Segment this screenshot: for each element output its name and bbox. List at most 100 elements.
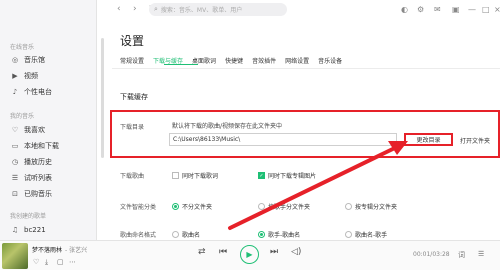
radio-icon	[172, 231, 179, 238]
left-arrow-icon[interactable]: ‹	[117, 4, 121, 14]
sidebar-item-label: 播放历史	[24, 158, 52, 166]
sidebar-item-favorites[interactable]: ♡ 我喜欢	[10, 124, 45, 136]
maximize-icon[interactable]: □	[482, 5, 490, 14]
radio-icon: ♪	[12, 88, 18, 96]
sidebar	[0, 0, 97, 240]
more-icon[interactable]: ⋯	[69, 258, 76, 266]
mini-mode-icon[interactable]: ▣	[452, 5, 460, 14]
option-label: 按专辑分文件夹	[355, 204, 398, 211]
option-label: 歌手-歌曲名	[268, 232, 301, 239]
now-playing: 梦不落雨林 - 张艺兴	[32, 245, 87, 254]
search-placeholder: 搜索：音乐、MV、歌单、用户	[160, 7, 243, 14]
history-icon: ◷	[11, 158, 19, 166]
next-icon[interactable]: ⏭	[270, 247, 278, 257]
radio-icon	[345, 203, 352, 210]
lyrics-icon[interactable]: 词	[458, 250, 465, 260]
sidebar-item-local-download[interactable]: ▭ 本地和下载	[10, 140, 59, 152]
sidebar-item-label: 音乐馆	[24, 56, 45, 64]
volume-icon[interactable]: ◁)	[291, 247, 301, 257]
tab-network[interactable]: 网络设置	[285, 56, 309, 65]
tab-general[interactable]: 常规设置	[120, 56, 144, 65]
download-song-label: 下载歌曲	[120, 173, 145, 180]
sidebar-group-mine: 我的音乐	[10, 113, 35, 120]
radio-icon	[258, 203, 265, 210]
sidebar-item-label: bc221	[24, 226, 46, 234]
sidebar-item-history[interactable]: ◷ 播放历史	[10, 156, 52, 168]
skin-icon[interactable]: ◐	[401, 5, 408, 14]
naming-radio-artist-song[interactable]: 歌手-歌曲名	[258, 230, 300, 239]
sidebar-scrollbar[interactable]	[101, 38, 104, 158]
sidebar-item-label: 试听列表	[24, 174, 52, 182]
sidebar-item-purchased[interactable]: ⊡ 已购音乐	[10, 188, 52, 200]
player-bar: 梦不落雨林 - 张艺兴 ♡ ⤓ ▢ ⋯ ⇄ ⏮ ▶ ⏭ ◁) 00:01/03:2…	[0, 240, 500, 270]
heart-icon[interactable]: ♡	[33, 258, 39, 266]
search-input[interactable]: ⌕ 搜索：音乐、MV、歌单、用户	[149, 3, 287, 16]
classify-radio-artist[interactable]: 按歌手分文件夹	[258, 202, 310, 211]
download-lyrics-checkbox[interactable]: 同时下载歌词	[172, 171, 218, 180]
previous-icon[interactable]: ⏮	[219, 247, 227, 257]
album-cover[interactable]	[2, 243, 28, 269]
sidebar-item-trial-list[interactable]: ☰ 试听列表	[10, 172, 52, 184]
classify-radio-album[interactable]: 按专辑分文件夹	[345, 202, 397, 211]
bag-icon: ⊡	[12, 190, 18, 198]
download-dir-description: 默认将下载的歌曲/视频保存在此文件夹中	[172, 123, 283, 130]
computer-icon: ▭	[11, 142, 19, 150]
option-label: 按歌手分文件夹	[268, 204, 311, 211]
sidebar-item-label: 本地和下载	[24, 142, 59, 150]
sidebar-group-online: 在线音乐	[10, 44, 35, 51]
classify-label: 文件智能分类	[120, 204, 157, 211]
radio-icon	[345, 231, 352, 238]
naming-radio-song-artist[interactable]: 歌曲名-歌手	[345, 230, 387, 239]
sidebar-item-label: 已购音乐	[24, 190, 52, 198]
playlist-icon[interactable]: ☰	[478, 250, 484, 258]
download-album-art-checkbox[interactable]: ✓ 同时下载专辑图片	[258, 171, 316, 180]
option-label: 歌曲名-歌手	[355, 232, 388, 239]
check-icon: ✓	[258, 172, 265, 179]
play-mode-icon[interactable]: ⇄	[198, 247, 206, 257]
tab-shortcuts[interactable]: 快捷键	[225, 56, 243, 65]
comment-icon[interactable]: ▢	[57, 258, 64, 266]
download-path-field: C:\Users\86133\Music\	[169, 133, 397, 146]
download-dir-label: 下载目录	[120, 124, 145, 131]
gear-icon[interactable]: ⚙	[417, 5, 424, 14]
top-bar: ‹ › ↻ ⌕ 搜索：音乐、MV、歌单、用户 ◐ ⚙ ✉ ▣ — □ ×	[97, 0, 500, 22]
option-label: 歌曲名	[182, 232, 201, 239]
page-title: 设置	[120, 34, 145, 48]
option-label: 同时下载歌词	[182, 173, 219, 180]
sidebar-item-video[interactable]: ▶ 视频	[10, 70, 38, 82]
sidebar-item-label: 视频	[24, 72, 38, 80]
song-title: 梦不落雨林	[32, 247, 63, 254]
search-icon: ⌕	[154, 5, 158, 13]
tab-audio-device[interactable]: 音乐设备	[318, 56, 342, 65]
sidebar-item-music-hall[interactable]: ◎ 音乐馆	[10, 54, 45, 66]
play-button[interactable]: ▶	[240, 245, 259, 264]
playback-time: 00:01/03:28	[413, 251, 450, 258]
sidebar-group-created: 我创建的歌单	[10, 213, 47, 220]
section-title: 下载缓存	[120, 93, 148, 101]
sidebar-item-label: 我喜欢	[24, 126, 45, 134]
heart-icon: ♡	[11, 126, 19, 134]
play-icon: ▶	[246, 250, 253, 259]
download-icon[interactable]: ⤓	[45, 258, 48, 267]
classify-radio-none[interactable]: 不分文件夹	[172, 202, 212, 211]
radio-icon	[258, 231, 265, 238]
sidebar-item-radio[interactable]: ♪ 个性电台	[10, 86, 52, 98]
minimize-icon[interactable]: —	[468, 5, 476, 14]
open-folder-button[interactable]: 打开文件夹	[460, 136, 490, 145]
option-label: 同时下载专辑图片	[268, 173, 317, 180]
right-arrow-icon[interactable]: ›	[133, 4, 137, 14]
music-note-icon: ♫	[11, 226, 19, 234]
radio-icon	[172, 203, 179, 210]
change-directory-button[interactable]: 更改目录	[404, 133, 453, 146]
sidebar-item-playlist-bc221[interactable]: ♫ bc221	[10, 224, 46, 236]
download-path-value: C:\Users\86133\Music\	[173, 136, 241, 143]
naming-radio-song[interactable]: 歌曲名	[172, 230, 200, 239]
naming-label: 歌曲命名格式	[120, 232, 157, 239]
song-artist: - 张艺兴	[65, 247, 88, 254]
option-label: 不分文件夹	[182, 204, 213, 211]
playlist-icon: ☰	[11, 174, 19, 182]
divider	[112, 68, 500, 69]
tab-audio-plugins[interactable]: 音效插件	[252, 56, 276, 65]
close-icon[interactable]: ×	[494, 5, 500, 14]
mail-icon[interactable]: ✉	[434, 5, 441, 14]
